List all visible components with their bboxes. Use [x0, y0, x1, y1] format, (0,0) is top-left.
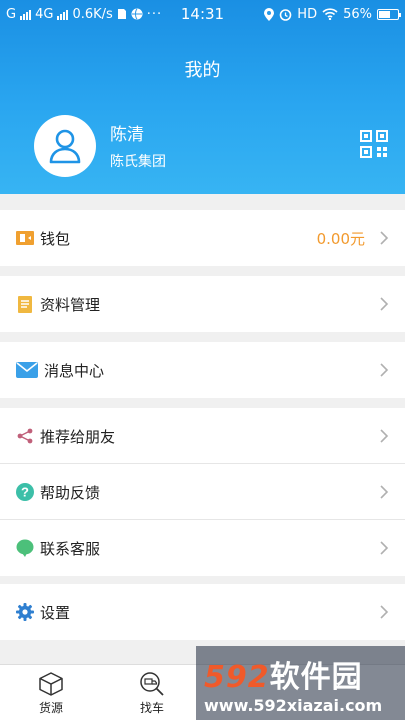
- user-name: 陈清: [110, 125, 144, 145]
- network-type: 4G: [35, 6, 54, 22]
- wallet-balance: 0.00元: [316, 229, 365, 248]
- tab-label: 找车: [139, 701, 164, 715]
- menu-item-settings[interactable]: 设置: [0, 584, 405, 640]
- wifi-icon: [322, 8, 338, 20]
- qr-code-icon[interactable]: [360, 130, 388, 158]
- chevron-right-icon: [380, 541, 389, 555]
- tab-label: 货源: [38, 701, 63, 715]
- menu-item-label: 资料管理: [40, 295, 101, 314]
- avatar[interactable]: [34, 115, 96, 177]
- watermark-number: 592: [204, 659, 270, 695]
- menu-item-messages[interactable]: 消息中心: [0, 342, 405, 398]
- battery-percent: 56%: [343, 6, 372, 22]
- chevron-right-icon: [380, 297, 389, 311]
- watermark-brand: 软件园: [269, 659, 363, 695]
- alarm-icon: [279, 8, 292, 21]
- menu-item-label: 钱包: [40, 229, 71, 248]
- status-bar: G 4G 0.6K/s ··· 14:31 HD 56%: [0, 0, 405, 28]
- user-icon: [49, 129, 81, 164]
- battery-icon: [377, 8, 401, 20]
- share-icon: [16, 427, 34, 445]
- tab-cargo[interactable]: 货源: [11, 665, 91, 720]
- chevron-right-icon: [380, 231, 389, 245]
- svg-text:?: ?: [21, 485, 29, 500]
- menu-item-service[interactable]: 联系客服: [0, 520, 405, 576]
- menu-item-label: 推荐给朋友: [40, 427, 116, 446]
- signal-icon-2: [57, 9, 69, 20]
- carrier-label: G: [6, 6, 17, 22]
- chat-bubble-icon: [16, 539, 34, 557]
- globe-icon: [131, 8, 143, 20]
- signal-icon: [20, 9, 32, 20]
- menu-item-profile[interactable]: 资料管理: [0, 276, 405, 332]
- profile-header: G 4G 0.6K/s ··· 14:31 HD 56% 我的 陈清 陈氏集团: [0, 0, 405, 194]
- hd-label: HD: [297, 6, 318, 22]
- menu-item-label: 设置: [40, 603, 71, 622]
- chevron-right-icon: [380, 363, 389, 377]
- sim-icon: [117, 9, 126, 19]
- chevron-right-icon: [380, 429, 389, 443]
- location-icon: [264, 7, 275, 21]
- menu-item-share[interactable]: 推荐给朋友: [0, 408, 405, 464]
- wallet-icon: [16, 229, 34, 247]
- menu-item-help[interactable]: ? 帮助反馈: [0, 464, 405, 520]
- gear-icon: [16, 603, 34, 621]
- watermark: 592软件园 www.592xiazai.com: [196, 646, 405, 720]
- menu-item-label: 联系客服: [40, 539, 101, 558]
- menu-item-label: 消息中心: [44, 361, 105, 380]
- envelope-icon: [16, 361, 38, 379]
- watermark-url: www.592xiazai.com: [204, 695, 383, 715]
- network-speed: 0.6K/s: [72, 6, 113, 22]
- menu-item-label: 帮助反馈: [40, 483, 101, 502]
- search-truck-icon: [140, 672, 164, 696]
- menu-item-wallet[interactable]: 钱包 0.00元: [0, 210, 405, 266]
- page-title: 我的: [184, 60, 221, 81]
- user-company: 陈氏集团: [110, 154, 166, 170]
- more-notifications-icon: ···: [146, 6, 163, 22]
- chevron-right-icon: [380, 485, 389, 499]
- box-icon: [39, 672, 63, 696]
- document-icon: [16, 295, 34, 313]
- tab-find-truck[interactable]: 找车: [112, 665, 192, 720]
- chevron-right-icon: [380, 605, 389, 619]
- question-icon: ?: [16, 483, 34, 501]
